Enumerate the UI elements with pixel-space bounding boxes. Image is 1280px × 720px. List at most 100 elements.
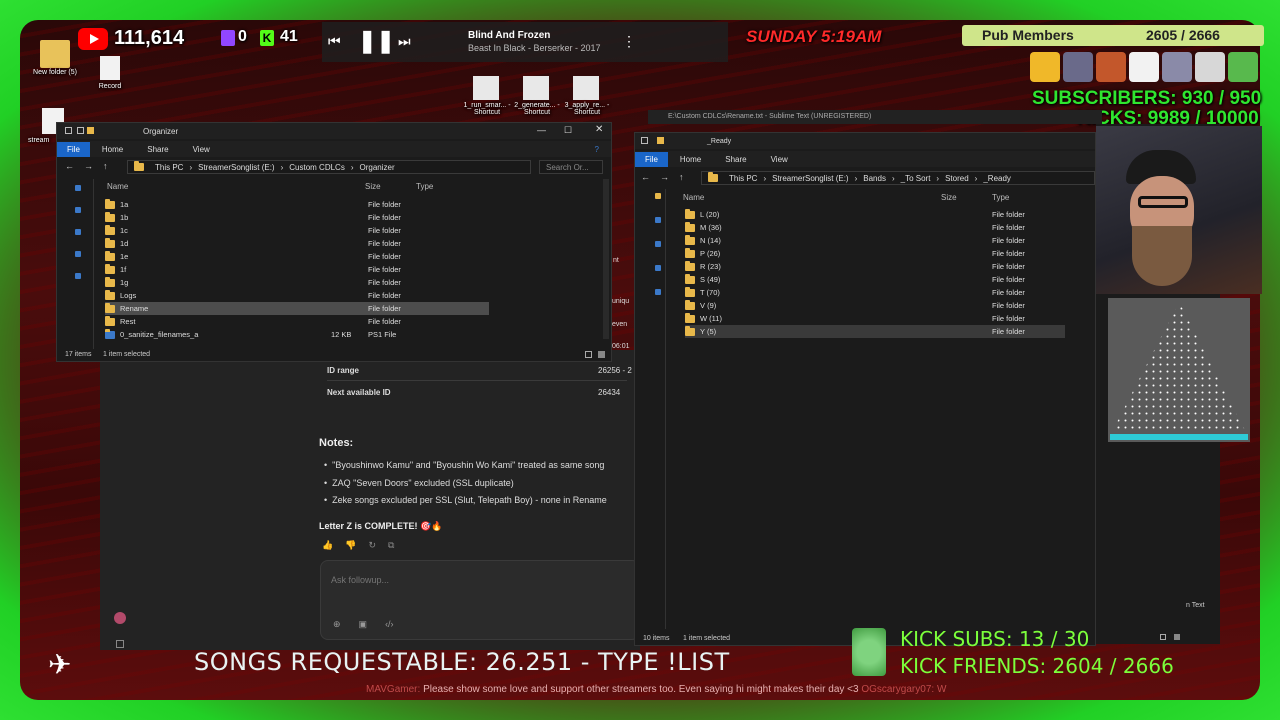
list-item[interactable]: Rest File folder xyxy=(105,315,489,328)
column-size[interactable]: Size xyxy=(941,193,957,202)
maximize-icon[interactable]: ☐ xyxy=(564,125,572,136)
breadcrumb[interactable]: Bands xyxy=(863,174,886,183)
documents-icon[interactable] xyxy=(655,265,661,271)
side-label: nt xyxy=(613,257,619,264)
breadcrumb[interactable]: _To Sort xyxy=(901,174,931,183)
list-item[interactable]: 1a File folder xyxy=(105,198,489,211)
downloads-icon[interactable] xyxy=(75,229,81,235)
thumbs-down-icon[interactable]: 👎 xyxy=(345,540,356,551)
column-name[interactable]: Name xyxy=(683,193,704,202)
downloads-icon[interactable] xyxy=(655,241,661,247)
shortcut-icon[interactable] xyxy=(523,76,549,100)
followup-input[interactable] xyxy=(331,573,621,587)
tab-share[interactable]: Share xyxy=(135,145,180,154)
code-icon[interactable]: ‹/› xyxy=(385,619,394,630)
minimize-icon[interactable]: — xyxy=(537,125,546,135)
scrollbar[interactable] xyxy=(603,179,609,339)
list-item-selected[interactable]: Y (5) File folder xyxy=(685,325,1065,338)
list-item[interactable]: S (49) File folder xyxy=(685,273,1065,286)
quick-access-icon[interactable] xyxy=(75,185,81,191)
next-track-icon[interactable]: ⏭ xyxy=(398,33,411,50)
list-item[interactable]: V (9) File folder xyxy=(685,299,1065,312)
more-icon[interactable]: ⋮ xyxy=(622,33,636,50)
tab-share[interactable]: Share xyxy=(713,155,758,164)
avatar[interactable] xyxy=(114,612,126,624)
previous-track-icon[interactable]: ⏮ xyxy=(328,33,341,50)
id-range-value: 26256 - 2 xyxy=(598,366,632,375)
retry-icon[interactable]: ↻ xyxy=(368,540,376,551)
pause-icon[interactable]: ❚❚ xyxy=(358,28,395,54)
pictures-icon[interactable] xyxy=(655,289,661,295)
tab-view[interactable]: View xyxy=(759,155,800,164)
image-icon[interactable]: ▣ xyxy=(359,619,368,630)
breadcrumb[interactable]: Stored xyxy=(945,174,969,183)
breadcrumb[interactable]: This PC xyxy=(729,174,757,183)
address-bar[interactable]: This PC › StreamerSonglist (E:) › Custom C… xyxy=(127,160,531,174)
breadcrumb[interactable]: Organizer xyxy=(360,163,395,172)
breadcrumb[interactable]: Custom CDLCs xyxy=(289,163,345,172)
folder-icon[interactable] xyxy=(40,40,70,68)
pictures-icon[interactable] xyxy=(75,273,81,279)
back-icon[interactable]: ← xyxy=(641,172,650,182)
file-icon[interactable] xyxy=(100,56,120,80)
item-name: M (36) xyxy=(700,223,722,232)
tab-file[interactable]: File xyxy=(57,141,90,157)
desktop-icon[interactable] xyxy=(655,217,661,223)
item-size: 12 KB xyxy=(331,330,352,339)
thumbs-up-icon[interactable]: 👍 xyxy=(322,540,333,551)
tab-home[interactable]: Home xyxy=(90,145,135,154)
up-icon[interactable]: ↑ xyxy=(103,161,108,171)
tab-home[interactable]: Home xyxy=(668,155,713,164)
tiles-view-icon[interactable] xyxy=(598,351,605,358)
list-item[interactable]: 1f File folder xyxy=(105,263,489,276)
shortcut-icon[interactable] xyxy=(573,76,599,100)
list-item-selected[interactable]: Rename File folder xyxy=(105,302,489,315)
list-item[interactable]: 0_sanitize_filenames_a 12 KB PS1 File xyxy=(105,328,489,341)
view-icon[interactable] xyxy=(1160,634,1166,640)
details-view-icon[interactable] xyxy=(585,351,592,358)
column-name[interactable]: Name xyxy=(107,182,128,191)
quick-access-icon[interactable] xyxy=(655,193,661,199)
doc-icon[interactable] xyxy=(116,640,124,648)
back-icon[interactable]: ← xyxy=(65,161,74,171)
help-icon[interactable]: ? xyxy=(583,145,611,154)
breadcrumb[interactable]: StreamerSonglist (E:) xyxy=(772,174,848,183)
column-size[interactable]: Size xyxy=(365,182,381,191)
list-item[interactable]: 1b File folder xyxy=(105,211,489,224)
tab-view[interactable]: View xyxy=(181,145,222,154)
close-icon[interactable]: ✕ xyxy=(595,124,603,135)
view-icon[interactable] xyxy=(1174,634,1180,640)
list-item[interactable]: 1d File folder xyxy=(105,237,489,250)
column-type[interactable]: Type xyxy=(416,182,433,191)
breadcrumb[interactable]: _Ready xyxy=(983,174,1011,183)
list-item[interactable]: L (20) File folder xyxy=(685,208,1065,221)
list-item[interactable]: 1e File folder xyxy=(105,250,489,263)
address-bar[interactable]: This PC › StreamerSonglist (E:) › Bands › _… xyxy=(701,171,1095,185)
breadcrumb[interactable]: StreamerSonglist (E:) xyxy=(198,163,274,172)
status-item-count: 17 items xyxy=(65,351,92,358)
tab-file[interactable]: File xyxy=(635,151,668,167)
copy-icon[interactable]: ⧉ xyxy=(388,540,394,551)
list-item[interactable]: W (11) File folder xyxy=(685,312,1065,325)
forward-icon[interactable]: → xyxy=(84,161,93,171)
documents-icon[interactable] xyxy=(75,251,81,257)
up-icon[interactable]: ↑ xyxy=(679,172,684,182)
forward-icon[interactable]: → xyxy=(660,172,669,182)
search-box[interactable]: Search Or... xyxy=(539,160,603,174)
list-item[interactable]: 1g File folder xyxy=(105,276,489,289)
breadcrumb[interactable]: This PC xyxy=(155,163,183,172)
list-item[interactable]: M (36) File folder xyxy=(685,221,1065,234)
shortcut-icon[interactable] xyxy=(473,76,499,100)
list-item[interactable]: T (70) File folder xyxy=(685,286,1065,299)
folder-icon xyxy=(105,224,115,235)
list-item[interactable]: N (14) File folder xyxy=(685,234,1065,247)
list-item[interactable]: 1c File folder xyxy=(105,224,489,237)
list-item[interactable]: Logs File folder xyxy=(105,289,489,302)
column-type[interactable]: Type xyxy=(992,193,1009,202)
sublime-title: E:\Custom CDLCs\Rename.txt - Sublime Tex… xyxy=(648,110,1102,124)
globe-icon[interactable]: ⊕ xyxy=(333,619,341,630)
list-item[interactable]: P (26) File folder xyxy=(685,247,1065,260)
shortcut-label: 1_run_smar... - Shortcut xyxy=(463,102,511,116)
list-item[interactable]: R (23) File folder xyxy=(685,260,1065,273)
desktop-icon[interactable] xyxy=(75,207,81,213)
